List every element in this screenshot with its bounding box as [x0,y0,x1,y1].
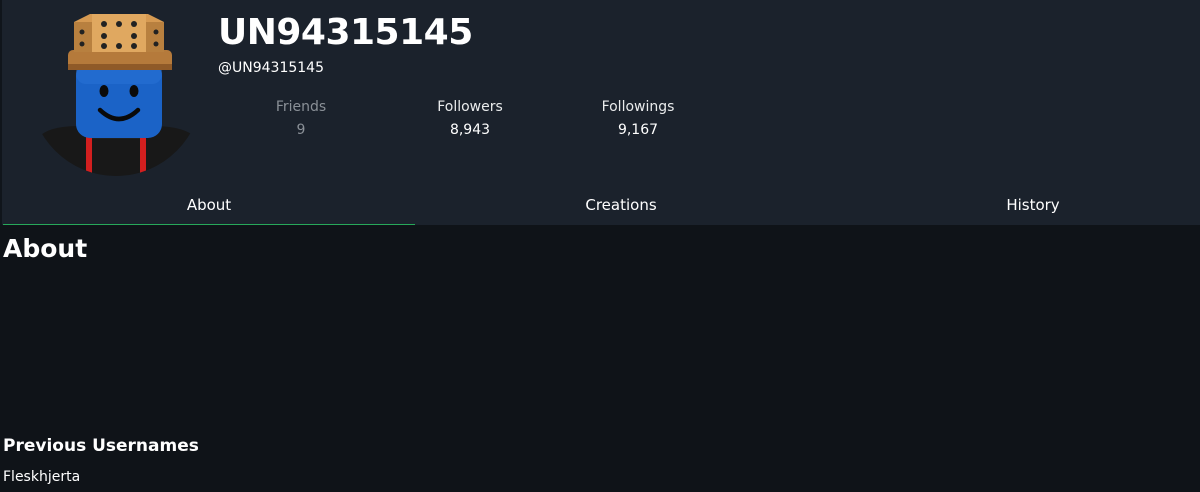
avatar-image [30,14,202,176]
stat-followings[interactable]: Followings 9,167 [568,97,708,140]
stat-followers-label: Followers [437,99,503,115]
avatar[interactable] [30,4,202,176]
display-name: UN94315145 [218,12,473,53]
username-handle: @UN94315145 [218,60,324,76]
tab-about[interactable]: About [3,186,415,225]
stat-friends-label: Friends [275,99,327,115]
profile-tabs: About Creations History [3,186,1200,225]
stat-followers[interactable]: Followers 8,943 [400,97,540,140]
stat-followings-label: Followings [601,99,675,115]
tab-creations[interactable]: Creations [415,186,827,225]
about-heading: About [3,234,88,263]
stat-friends[interactable]: Friends 9 [231,97,371,140]
stat-friends-value: 9 [296,122,306,138]
stat-followings-value: 9,167 [617,122,659,138]
previous-username-item: Fleskhjerta [3,469,81,485]
tab-history[interactable]: History [827,186,1200,225]
stat-followers-value: 8,943 [449,122,491,138]
profile-header: UN94315145 @UN94315145 Friends 9 Followe… [0,0,1200,225]
previous-usernames-heading: Previous Usernames [3,436,199,456]
